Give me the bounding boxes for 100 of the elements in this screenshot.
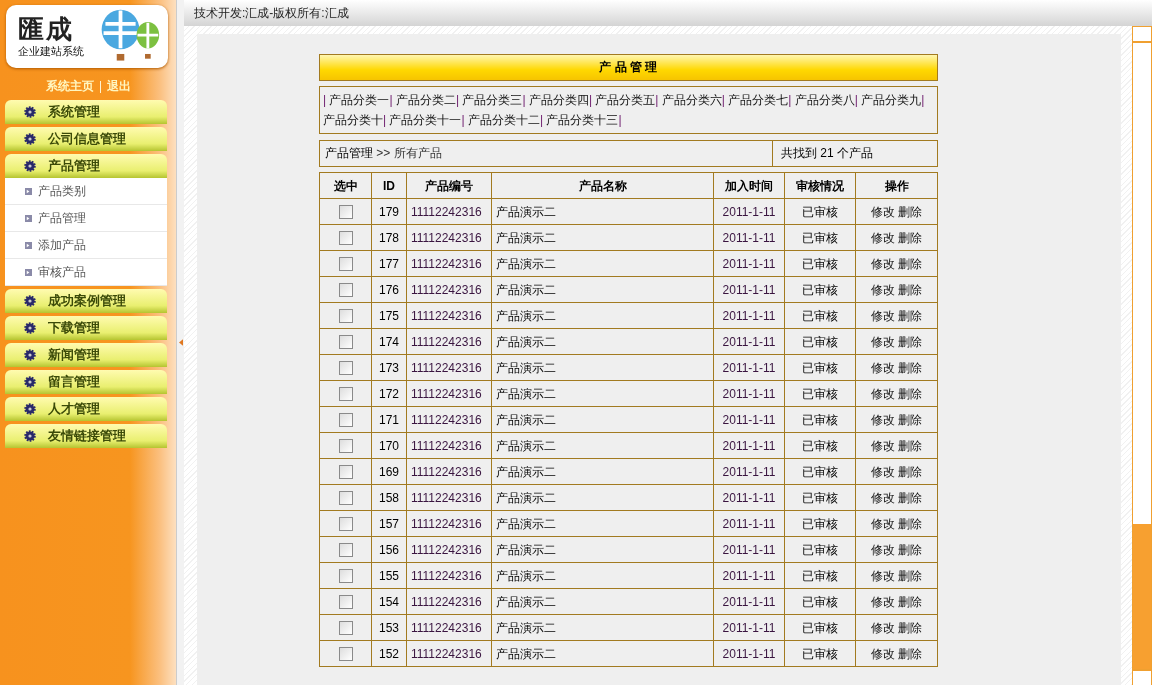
row-checkbox[interactable] — [338, 412, 353, 427]
delete-link[interactable]: 删除 — [898, 438, 923, 453]
delete-link[interactable]: 删除 — [898, 282, 923, 297]
table-cell: 172 — [371, 380, 407, 407]
category-link[interactable]: 产品分类二 — [395, 93, 456, 107]
row-checkbox[interactable] — [338, 490, 353, 505]
delete-link[interactable]: 删除 — [898, 204, 923, 219]
row-checkbox[interactable] — [338, 542, 353, 557]
row-checkbox[interactable] — [338, 308, 353, 323]
row-checkbox[interactable] — [338, 620, 353, 635]
separator: | — [461, 113, 465, 127]
edit-link[interactable]: 修改 — [870, 646, 895, 661]
menu-item[interactable]: 公司信息管理 — [5, 127, 167, 151]
submenu-item[interactable]: 审核产品 — [5, 259, 167, 286]
gear-icon — [24, 160, 36, 172]
row-checkbox[interactable] — [338, 516, 353, 531]
edit-link[interactable]: 修改 — [870, 438, 895, 453]
table-cell: 2011-1-11 — [713, 380, 785, 407]
edit-link[interactable]: 修改 — [870, 594, 895, 609]
table-cell: 2011-1-11 — [713, 224, 785, 251]
row-checkbox[interactable] — [338, 204, 353, 219]
delete-link[interactable]: 删除 — [898, 334, 923, 349]
separator: | — [655, 93, 659, 107]
row-checkbox[interactable] — [338, 386, 353, 401]
gear-icon — [24, 295, 36, 307]
submenu-item[interactable]: 添加产品 — [5, 232, 167, 259]
table-cell: 152 — [371, 640, 407, 667]
edit-link[interactable]: 修改 — [870, 464, 895, 479]
menu-item[interactable]: 下载管理 — [5, 316, 167, 340]
row-checkbox[interactable] — [338, 464, 353, 479]
edit-link[interactable]: 修改 — [870, 542, 895, 557]
row-checkbox[interactable] — [338, 568, 353, 583]
table-cell: 11112242316 — [406, 432, 492, 459]
menu-item[interactable]: 人才管理 — [5, 397, 167, 421]
delete-link[interactable]: 删除 — [898, 308, 923, 323]
delete-link[interactable]: 删除 — [898, 230, 923, 245]
delete-link[interactable]: 删除 — [898, 360, 923, 375]
edit-link[interactable]: 修改 — [870, 334, 895, 349]
delete-link[interactable]: 删除 — [898, 386, 923, 401]
category-link[interactable]: 产品分类十三 — [546, 113, 619, 127]
separator: | — [921, 93, 925, 107]
edit-link[interactable]: 修改 — [870, 568, 895, 583]
edit-link[interactable]: 修改 — [870, 230, 895, 245]
category-link[interactable]: 产品分类十 — [323, 113, 383, 127]
menu-item[interactable]: 友情链接管理 — [5, 424, 167, 448]
table-cell: 产品演示二 — [491, 354, 714, 381]
row-checkbox[interactable] — [338, 438, 353, 453]
menu-item[interactable]: 新闻管理 — [5, 343, 167, 367]
delete-link[interactable]: 删除 — [898, 646, 923, 661]
column-header: ID — [371, 172, 407, 199]
row-checkbox[interactable] — [338, 334, 353, 349]
edit-link[interactable]: 修改 — [870, 386, 895, 401]
delete-link[interactable]: 删除 — [898, 594, 923, 609]
edit-link[interactable]: 修改 — [870, 282, 895, 297]
table-cell: 产品演示二 — [491, 276, 714, 303]
menu-item[interactable]: 留言管理 — [5, 370, 167, 394]
table-cell: 已审核 — [784, 484, 856, 511]
table-cell: 2011-1-11 — [713, 458, 785, 485]
separator: | — [323, 93, 327, 107]
edit-link[interactable]: 修改 — [870, 490, 895, 505]
row-checkbox[interactable] — [338, 646, 353, 661]
delete-link[interactable]: 删除 — [898, 464, 923, 479]
column-header: 审核情况 — [784, 172, 856, 199]
delete-link[interactable]: 删除 — [898, 412, 923, 427]
delete-link[interactable]: 删除 — [898, 620, 923, 635]
submenu-item[interactable]: 产品类别 — [5, 178, 167, 205]
delete-link[interactable]: 删除 — [898, 542, 923, 557]
table-cell: 产品演示二 — [491, 302, 714, 329]
menu-item[interactable]: 成功案例管理 — [5, 289, 167, 313]
category-link[interactable]: 产品分类三 — [462, 93, 523, 107]
delete-link[interactable]: 删除 — [898, 490, 923, 505]
row-checkbox[interactable] — [338, 360, 353, 375]
edit-link[interactable]: 修改 — [870, 620, 895, 635]
edit-link[interactable]: 修改 — [870, 360, 895, 375]
edit-link[interactable]: 修改 — [870, 516, 895, 531]
row-checkbox[interactable] — [338, 594, 353, 609]
table-cell: 产品演示二 — [491, 588, 714, 615]
table-cell: 已审核 — [784, 562, 856, 589]
category-link[interactable]: 产品分类六 — [661, 93, 722, 107]
edit-link[interactable]: 修改 — [870, 256, 895, 271]
category-link[interactable]: 产品分类四 — [528, 93, 589, 107]
menu-item[interactable]: 系统管理 — [5, 100, 167, 124]
delete-link[interactable]: 删除 — [898, 256, 923, 271]
scrollbar[interactable] — [1132, 26, 1152, 685]
category-link[interactable]: 产品分类十二 — [467, 113, 540, 127]
column-header: 产品编号 — [406, 172, 492, 199]
submenu-item[interactable]: 产品管理 — [5, 205, 167, 232]
table-cell: 已审核 — [784, 614, 856, 641]
row-checkbox[interactable] — [338, 282, 353, 297]
edit-link[interactable]: 修改 — [870, 308, 895, 323]
delete-link[interactable]: 删除 — [898, 568, 923, 583]
edit-link[interactable]: 修改 — [870, 412, 895, 427]
delete-link[interactable]: 删除 — [898, 516, 923, 531]
row-checkbox[interactable] — [338, 256, 353, 271]
row-checkbox[interactable] — [338, 230, 353, 245]
category-link[interactable]: 产品分类八 — [794, 93, 855, 107]
menu-item[interactable]: 产品管理 — [5, 154, 167, 178]
column-header: 加入时间 — [713, 172, 785, 199]
edit-link[interactable]: 修改 — [870, 204, 895, 219]
table-cell: 已审核 — [784, 588, 856, 615]
